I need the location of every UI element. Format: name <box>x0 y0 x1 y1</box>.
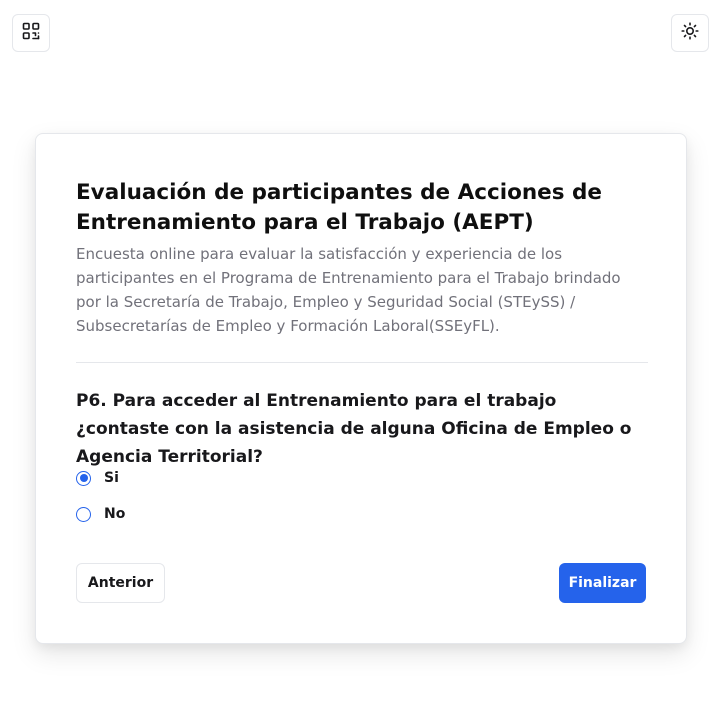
qr-code-button[interactable] <box>12 14 50 52</box>
previous-button[interactable]: Anterior <box>76 563 165 603</box>
sun-icon <box>681 22 699 44</box>
survey-page: Evaluación de participantes de Acciones … <box>0 0 715 715</box>
radio-si[interactable] <box>76 470 91 486</box>
survey-header: Evaluación de participantes de Acciones … <box>76 178 648 338</box>
survey-title: Evaluación de participantes de Acciones … <box>76 180 603 235</box>
option-label-no: No <box>104 506 126 522</box>
question-text: P6. Para acceder al Entrenamiento para e… <box>76 391 632 467</box>
radio-no[interactable] <box>76 506 91 522</box>
survey-description: Encuesta online para evaluar la satisfac… <box>76 245 621 335</box>
option-no[interactable]: No <box>76 504 125 524</box>
option-label-si: Si <box>104 470 119 486</box>
divider <box>76 362 648 363</box>
theme-toggle-button[interactable] <box>671 14 709 52</box>
option-si[interactable]: Si <box>76 468 119 488</box>
qr-code-icon <box>22 22 40 44</box>
survey-card: Evaluación de participantes de Acciones … <box>35 133 687 644</box>
finish-button[interactable]: Finalizar <box>559 563 646 603</box>
